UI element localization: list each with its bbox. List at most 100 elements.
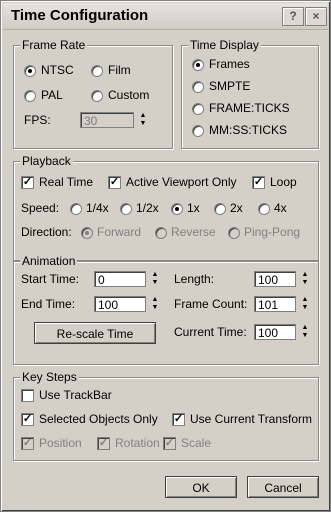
spin-down-icon: ▼ <box>301 279 309 286</box>
length-spinner[interactable]: ▲ ▼ <box>300 271 310 288</box>
speed-4x-label: 4x <box>274 201 287 215</box>
spin-up-icon: ▲ <box>139 112 147 119</box>
custom-radio[interactable] <box>91 90 103 102</box>
use-trackbar-label: Use TrackBar <box>39 388 112 402</box>
pal-label: PAL <box>41 88 63 102</box>
spin-up-icon: ▲ <box>301 324 309 331</box>
cancel-button[interactable]: Cancel <box>247 476 319 498</box>
custom-label: Custom <box>108 88 150 102</box>
frame-count-spinner[interactable]: ▲ ▼ <box>300 296 310 313</box>
scale-checkbox[interactable]: ✓ <box>163 437 176 450</box>
spin-up-icon: ▲ <box>151 296 159 303</box>
length-field[interactable]: 100 <box>254 271 296 287</box>
loop-label: Loop <box>270 175 297 189</box>
selected-objects-only-checkbox[interactable]: ✓ <box>21 413 34 426</box>
frame-count-label: Frame Count: <box>174 297 248 311</box>
rotation-checkbox[interactable]: ✓ <box>97 437 110 450</box>
ntsc-label: NTSC <box>41 63 74 77</box>
direction-ping-pong-label: Ping-Pong <box>244 225 301 239</box>
fps-field[interactable]: 30 <box>80 112 134 128</box>
direction-ping-pong-radio[interactable] <box>228 227 240 239</box>
start-time-label: Start Time: <box>21 272 80 286</box>
playback-group: Playback ✓ Real Time ✓ Active Viewport O… <box>13 154 319 261</box>
rescale-time-button[interactable]: Re-scale Time <box>34 322 156 344</box>
end-time-spinner[interactable]: ▲ ▼ <box>150 296 160 313</box>
pal-radio[interactable] <box>24 90 36 102</box>
frame-rate-group: Frame Rate NTSC Film PAL Custom FPS: 30 … <box>13 38 173 149</box>
speed-2x-label: 2x <box>230 201 243 215</box>
time-display-group: Time Display Frames SMPTE FRAME:TICKS MM… <box>181 38 319 149</box>
position-label: Position <box>39 436 82 450</box>
real-time-checkbox[interactable]: ✓ <box>21 176 34 189</box>
position-checkbox[interactable]: ✓ <box>21 437 34 450</box>
direction-label: Direction: <box>21 225 72 239</box>
smpte-radio[interactable] <box>192 81 204 93</box>
current-time-spinner[interactable]: ▲ ▼ <box>300 324 310 341</box>
close-button[interactable]: × <box>305 7 327 26</box>
mmss-ticks-radio[interactable] <box>192 125 204 137</box>
mmss-ticks-label: MM:SS:TICKS <box>209 123 288 137</box>
length-label: Length: <box>174 272 215 286</box>
spin-up-icon: ▲ <box>301 296 309 303</box>
spin-down-icon: ▼ <box>151 304 159 311</box>
frame-count-field[interactable]: 101 <box>254 296 296 312</box>
scale-label: Scale <box>181 436 212 450</box>
selected-objects-only-label: Selected Objects Only <box>39 412 158 426</box>
fps-spinner[interactable]: ▲ ▼ <box>138 112 148 129</box>
speed-2x-radio[interactable] <box>214 203 226 215</box>
spin-up-icon: ▲ <box>151 271 159 278</box>
animation-group: Animation Start Time: 0 ▲ ▼ Length: 100 ▲… <box>13 254 319 365</box>
use-trackbar-checkbox[interactable] <box>21 389 34 402</box>
animation-legend: Animation <box>20 254 78 268</box>
rotation-label: Rotation <box>115 436 160 450</box>
film-radio[interactable] <box>91 65 103 77</box>
use-current-transform-label: Use Current Transform <box>190 412 313 426</box>
key-steps-group: Key Steps Use TrackBar ✓ Selected Object… <box>13 370 319 461</box>
frame-rate-legend: Frame Rate <box>20 38 88 52</box>
ok-button[interactable]: OK <box>165 476 237 498</box>
smpte-label: SMPTE <box>209 79 251 93</box>
speed-1x-radio[interactable] <box>171 203 183 215</box>
speed-half-label: 1/2x <box>136 201 159 215</box>
frame-ticks-label: FRAME:TICKS <box>209 101 290 115</box>
speed-quarter-radio[interactable] <box>70 203 82 215</box>
start-time-spinner[interactable]: ▲ ▼ <box>150 271 160 288</box>
spin-down-icon: ▼ <box>151 279 159 286</box>
direction-reverse-label: Reverse <box>171 225 216 239</box>
spin-down-icon: ▼ <box>139 120 147 127</box>
window-title: Time Configuration <box>11 7 149 24</box>
spin-down-icon: ▼ <box>301 332 309 339</box>
time-configuration-dialog: Time Configuration ? × Frame Rate NTSC F… <box>0 0 331 512</box>
spin-down-icon: ▼ <box>301 304 309 311</box>
time-display-legend: Time Display <box>188 38 261 52</box>
end-time-field[interactable]: 100 <box>94 296 146 312</box>
speed-4x-radio[interactable] <box>258 203 270 215</box>
direction-forward-radio[interactable] <box>81 227 93 239</box>
frames-radio[interactable] <box>192 59 204 71</box>
use-current-transform-checkbox[interactable]: ✓ <box>172 413 185 426</box>
active-viewport-only-label: Active Viewport Only <box>126 175 237 189</box>
speed-label: Speed: <box>21 201 60 215</box>
direction-reverse-radio[interactable] <box>155 227 167 239</box>
speed-quarter-label: 1/4x <box>86 201 109 215</box>
title-bar: Time Configuration ? × <box>3 3 328 30</box>
ntsc-radio[interactable] <box>24 65 36 77</box>
active-viewport-only-checkbox[interactable]: ✓ <box>108 176 121 189</box>
help-button[interactable]: ? <box>282 7 304 26</box>
speed-half-radio[interactable] <box>120 203 132 215</box>
direction-forward-label: Forward <box>97 225 142 239</box>
current-time-field[interactable]: 100 <box>254 324 296 340</box>
frame-ticks-radio[interactable] <box>192 103 204 115</box>
start-time-field[interactable]: 0 <box>94 271 146 287</box>
spin-up-icon: ▲ <box>301 271 309 278</box>
fps-label: FPS: <box>24 113 51 127</box>
loop-checkbox[interactable]: ✓ <box>252 176 265 189</box>
end-time-label: End Time: <box>21 297 76 311</box>
current-time-label: Current Time: <box>174 325 247 339</box>
film-label: Film <box>108 63 131 77</box>
speed-1x-label: 1x <box>187 201 200 215</box>
playback-legend: Playback <box>20 154 73 168</box>
frames-label: Frames <box>209 57 250 71</box>
real-time-label: Real Time <box>39 175 94 189</box>
key-steps-legend: Key Steps <box>20 370 79 384</box>
